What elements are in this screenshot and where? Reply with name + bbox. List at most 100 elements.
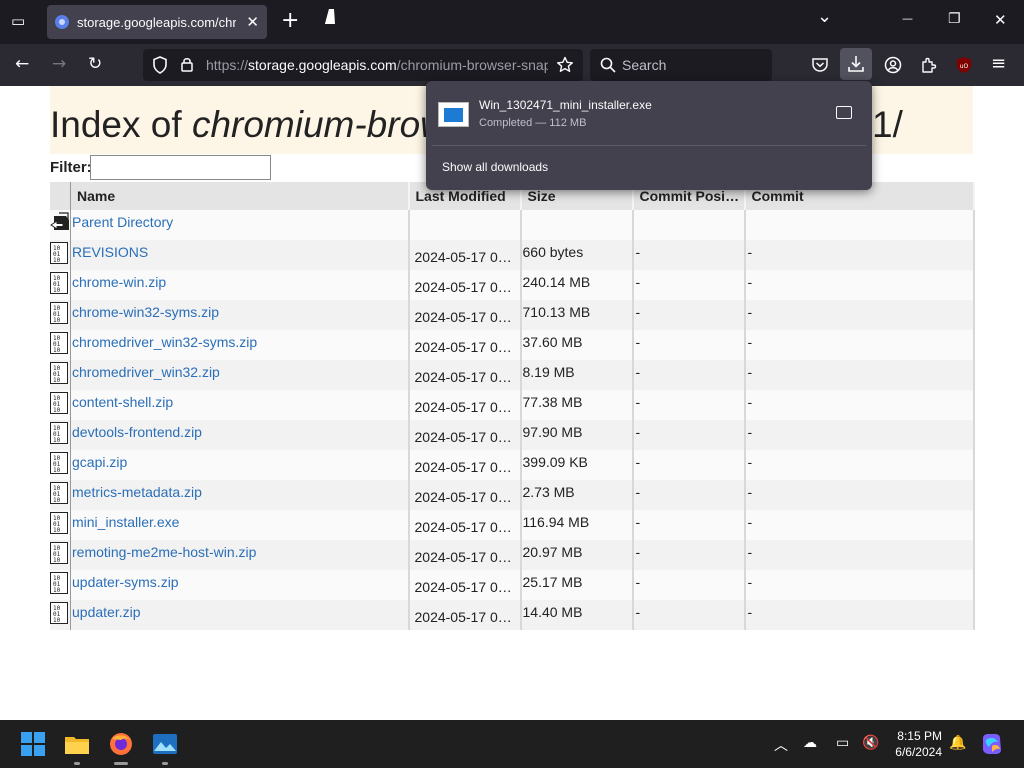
photos-icon[interactable] (152, 731, 178, 757)
tab-list-icon[interactable]: ⌄ (817, 6, 832, 27)
table-row: 10 01 10 devtools-frontend.zip 2024-05-17 0…… (50, 420, 975, 450)
forward-button[interactable]: → (52, 54, 66, 74)
modified-cell: 2024-05-17 0… (408, 270, 522, 300)
binary-file-icon: 10 01 10 (50, 512, 68, 534)
downloads-panel: Win_1302471_mini_installer.exe Completed… (426, 81, 872, 190)
position-cell: - (632, 510, 746, 540)
table-row: 10 01 10 metrics-metadata.zip 2024-05-17 0… 2… (50, 480, 975, 510)
clock[interactable]: 8:15 PM 6/6/2024 (880, 728, 942, 760)
downloads-button[interactable] (840, 48, 872, 80)
file-link[interactable]: chrome-win.zip (71, 274, 166, 290)
volume-muted-icon[interactable]: 🔇 (862, 735, 879, 751)
menu-icon[interactable]: ≡ (991, 53, 1006, 74)
name-cell: chromedriver_win32-syms.zip (70, 330, 410, 360)
table-row: 10 01 10 chromedriver_win32.zip 2024-05-17 0… (50, 360, 975, 390)
size-cell: 20.97 MB (520, 540, 634, 570)
back-button[interactable]: ← (15, 54, 29, 74)
modified-cell: 2024-05-17 0… (408, 450, 522, 480)
onedrive-icon[interactable]: ☁ (803, 735, 817, 751)
bookmark-star-icon[interactable] (556, 56, 574, 74)
table-row: 10 01 10 remoting-me2me-host-win.zip 2024-05… (50, 540, 975, 570)
start-icon[interactable] (20, 731, 46, 757)
file-link[interactable]: remoting-me2me-host-win.zip (71, 544, 256, 560)
file-link[interactable]: chromedriver_win32.zip (71, 364, 220, 380)
shield-icon[interactable] (152, 56, 168, 74)
position-cell (632, 210, 746, 240)
file-link[interactable]: content-shell.zip (71, 394, 173, 410)
download-status: Completed — 112 MB (479, 117, 587, 129)
file-link[interactable]: gcapi.zip (71, 454, 127, 470)
size-cell: 37.60 MB (520, 330, 634, 360)
tab-active[interactable]: storage.googleapis.com/chromium-browser-… (47, 5, 267, 39)
size-cell: 25.17 MB (520, 570, 634, 600)
file-listing-table: Name Last Modified Size Commit Posi… Com… (50, 182, 975, 630)
search-bar[interactable]: Search (590, 49, 772, 81)
minimize-button[interactable]: — (902, 12, 913, 25)
file-link[interactable]: devtools-frontend.zip (71, 424, 202, 440)
modified-cell: 2024-05-17 0… (408, 570, 522, 600)
tab-close-icon[interactable]: ✕ (246, 13, 259, 31)
reload-button[interactable]: ↻ (88, 54, 102, 74)
icon-cell: 10 01 10 (50, 270, 71, 300)
svg-text:uO: uO (960, 63, 969, 70)
position-cell: - (632, 570, 746, 600)
file-link[interactable]: REVISIONS (71, 244, 148, 260)
tab-overview-icon[interactable]: ▭ (11, 12, 25, 30)
ublock-origin-icon[interactable]: uO (955, 56, 973, 74)
name-cell: chromedriver_win32.zip (70, 360, 410, 390)
position-cell: - (632, 390, 746, 420)
name-cell: gcapi.zip (70, 450, 410, 480)
taskbar: ︿ ☁ ▭ 🔇 8:15 PM 6/6/2024 🔔 (0, 720, 1024, 768)
table-row: 10 01 10 mini_installer.exe 2024-05-17 0… 116… (50, 510, 975, 540)
name-column-header[interactable]: Name (70, 182, 410, 210)
copilot-icon[interactable] (980, 732, 1004, 756)
url-text[interactable]: https://storage.googleapis.com/chromium-… (206, 57, 548, 73)
pocket-icon[interactable] (811, 56, 829, 74)
binary-file-icon: 10 01 10 (50, 362, 68, 384)
size-cell: 399.09 KB (520, 450, 634, 480)
name-cell: REVISIONS (70, 240, 410, 270)
account-icon[interactable] (884, 56, 902, 74)
filter-input[interactable] (90, 155, 271, 180)
position-cell: - (632, 330, 746, 360)
modified-cell (408, 210, 522, 240)
search-placeholder: Search (622, 57, 667, 73)
commit-cell: - (744, 480, 975, 510)
title-prefix: Index of (50, 104, 192, 145)
name-cell: updater-syms.zip (70, 570, 410, 600)
show-all-downloads-link[interactable]: Show all downloads (442, 160, 548, 174)
tray-overflow-icon[interactable]: ︿ (774, 735, 788, 755)
clock-time: 8:15 PM (897, 729, 942, 743)
icon-cell: 10 01 10 (50, 570, 71, 600)
size-cell: 660 bytes (520, 240, 634, 270)
binary-file-icon: 10 01 10 (50, 482, 68, 504)
search-icon (600, 57, 616, 73)
file-link[interactable]: mini_installer.exe (71, 514, 179, 530)
commit-cell: - (744, 600, 975, 630)
maximize-button[interactable]: ❐ (948, 11, 961, 27)
notification-bell-icon[interactable]: 🔔 (949, 735, 966, 751)
file-link[interactable]: chromedriver_win32-syms.zip (71, 334, 257, 350)
tab-strip: ▭ storage.googleapis.com/chromium-browse… (0, 0, 1024, 44)
file-link[interactable]: chrome-win32-syms.zip (71, 304, 219, 320)
parent-directory-icon (50, 212, 69, 230)
binary-file-icon: 10 01 10 (50, 242, 68, 264)
new-tab-button[interactable]: + (281, 8, 299, 33)
position-cell: - (632, 420, 746, 450)
commit-cell: - (744, 420, 975, 450)
file-explorer-icon[interactable] (64, 731, 90, 757)
file-link[interactable]: updater-syms.zip (71, 574, 179, 590)
address-bar[interactable]: https://storage.googleapis.com/chromium-… (143, 49, 583, 81)
file-link[interactable]: metrics-metadata.zip (71, 484, 202, 500)
name-cell: remoting-me2me-host-win.zip (70, 540, 410, 570)
open-folder-icon[interactable] (836, 106, 852, 119)
lock-icon[interactable] (180, 56, 194, 73)
window-close-button[interactable]: ✕ (994, 11, 1007, 29)
firefox-icon[interactable] (108, 731, 134, 757)
binary-file-icon: 10 01 10 (50, 332, 68, 354)
display-icon[interactable]: ▭ (836, 735, 849, 751)
extensions-icon[interactable] (920, 56, 938, 74)
file-link[interactable]: updater.zip (71, 604, 141, 620)
parent-directory-link[interactable]: Parent Directory (71, 214, 173, 230)
icon-cell: 10 01 10 (50, 540, 71, 570)
